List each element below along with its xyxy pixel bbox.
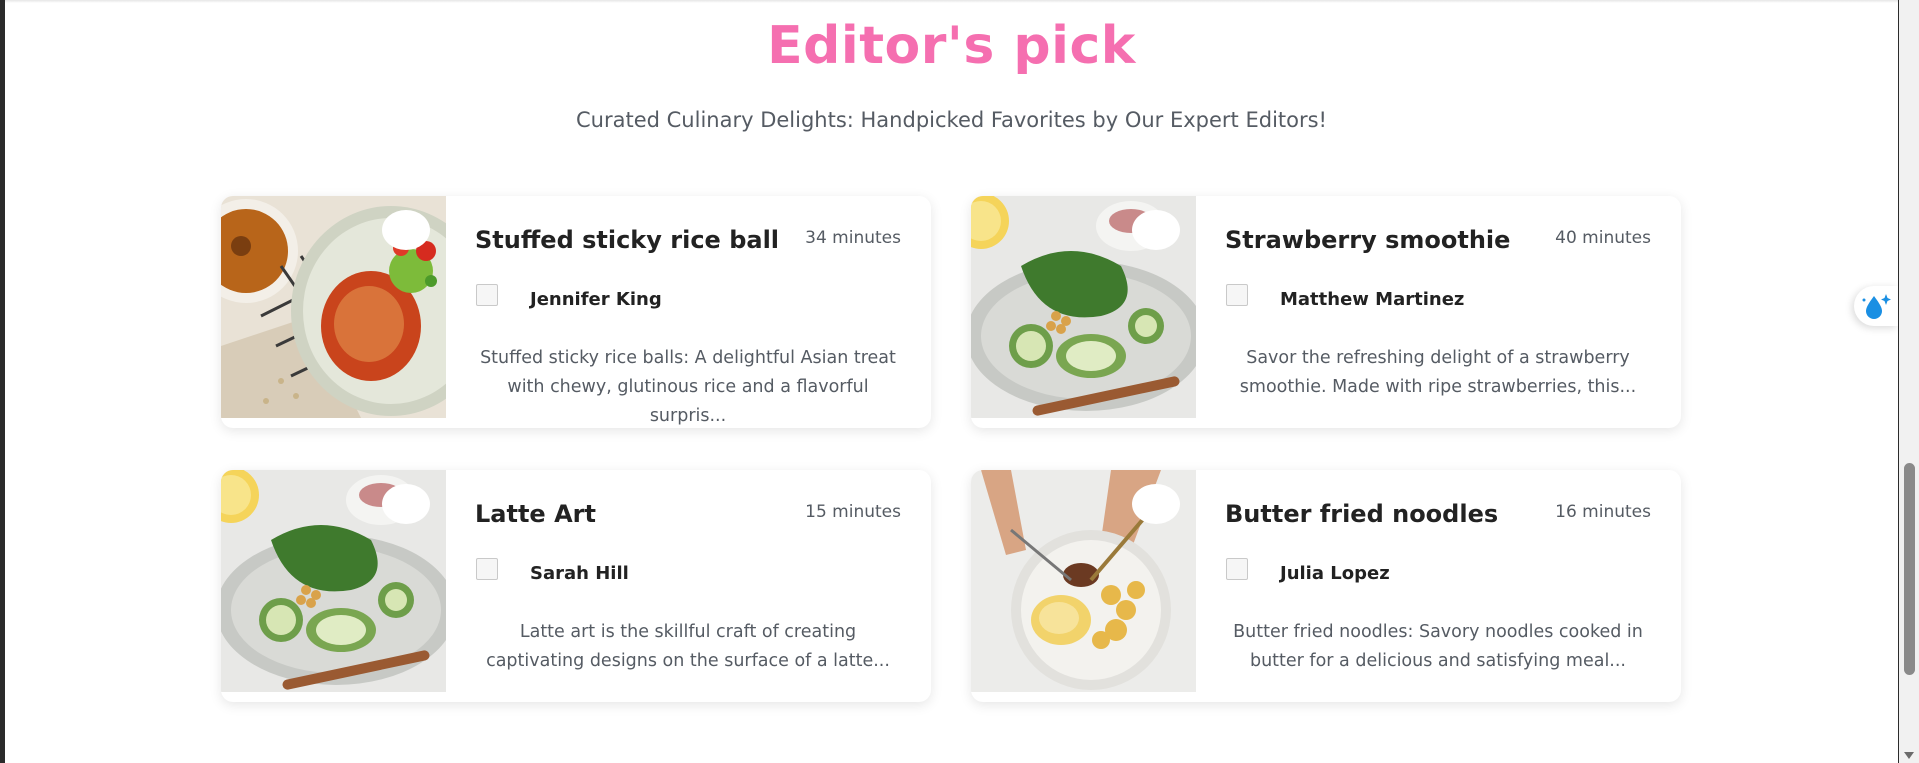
- recipe-image[interactable]: [221, 196, 446, 418]
- heart-icon[interactable]: [382, 484, 430, 524]
- recipe-card[interactable]: Butter fried noodles 16 minutes Julia Lo…: [971, 470, 1681, 702]
- recipe-card[interactable]: Latte Art 15 minutes Sarah Hill Latte ar…: [221, 470, 931, 702]
- recipe-title[interactable]: Butter fried noodles: [1225, 500, 1498, 528]
- scroll-down-arrow-icon[interactable]: [1904, 752, 1914, 759]
- vertical-scrollbar[interactable]: [1899, 0, 1919, 763]
- recipe-card[interactable]: Stuffed sticky rice ball 34 minutes Jenn…: [221, 196, 931, 428]
- heart-icon[interactable]: [382, 210, 430, 250]
- recipe-duration: 16 minutes: [1555, 502, 1651, 522]
- recipe-author: Julia Lopez: [1280, 563, 1390, 584]
- recipe-duration: 34 minutes: [805, 228, 901, 248]
- author-avatar-broken-image-icon: [1226, 284, 1248, 306]
- recipe-description: Latte art is the skillful craft of creat…: [486, 622, 890, 671]
- recipe-author: Sarah Hill: [530, 563, 629, 584]
- recipe-description: Butter fried noodles: Savory noodles coo…: [1233, 622, 1643, 671]
- floating-widget[interactable]: [1854, 286, 1898, 326]
- recipe-image[interactable]: [971, 196, 1196, 418]
- recipe-duration: 40 minutes: [1555, 228, 1651, 248]
- recipe-title[interactable]: Latte Art: [475, 500, 596, 528]
- recipe-duration: 15 minutes: [805, 502, 901, 522]
- header-shadow: [5, 0, 1898, 3]
- recipe-description: Savor the refreshing delight of a strawb…: [1239, 348, 1637, 397]
- heart-icon[interactable]: [1132, 210, 1180, 250]
- author-avatar-broken-image-icon: [476, 558, 498, 580]
- section-title: Editor's pick: [767, 16, 1136, 76]
- page-viewport: Editor's pick Curated Culinary Delights:…: [5, 0, 1898, 763]
- heart-icon[interactable]: [1132, 484, 1180, 524]
- water-drop-sparkle-icon: [1862, 294, 1891, 319]
- recipe-image[interactable]: [221, 470, 446, 692]
- scrollbar-thumb[interactable]: [1904, 463, 1915, 675]
- recipe-image[interactable]: [971, 470, 1196, 692]
- recipe-author: Jennifer King: [530, 289, 662, 310]
- recipe-card[interactable]: Strawberry smoothie 40 minutes Matthew M…: [971, 196, 1681, 428]
- recipe-title[interactable]: Stuffed sticky rice ball: [475, 226, 779, 254]
- recipe-author: Matthew Martinez: [1280, 289, 1465, 310]
- author-avatar-broken-image-icon: [476, 284, 498, 306]
- section-subtitle: Curated Culinary Delights: Handpicked Fa…: [576, 108, 1327, 132]
- author-avatar-broken-image-icon: [1226, 558, 1248, 580]
- recipe-title[interactable]: Strawberry smoothie: [1225, 226, 1510, 254]
- recipe-description: Stuffed sticky rice balls: A delightful …: [480, 348, 896, 426]
